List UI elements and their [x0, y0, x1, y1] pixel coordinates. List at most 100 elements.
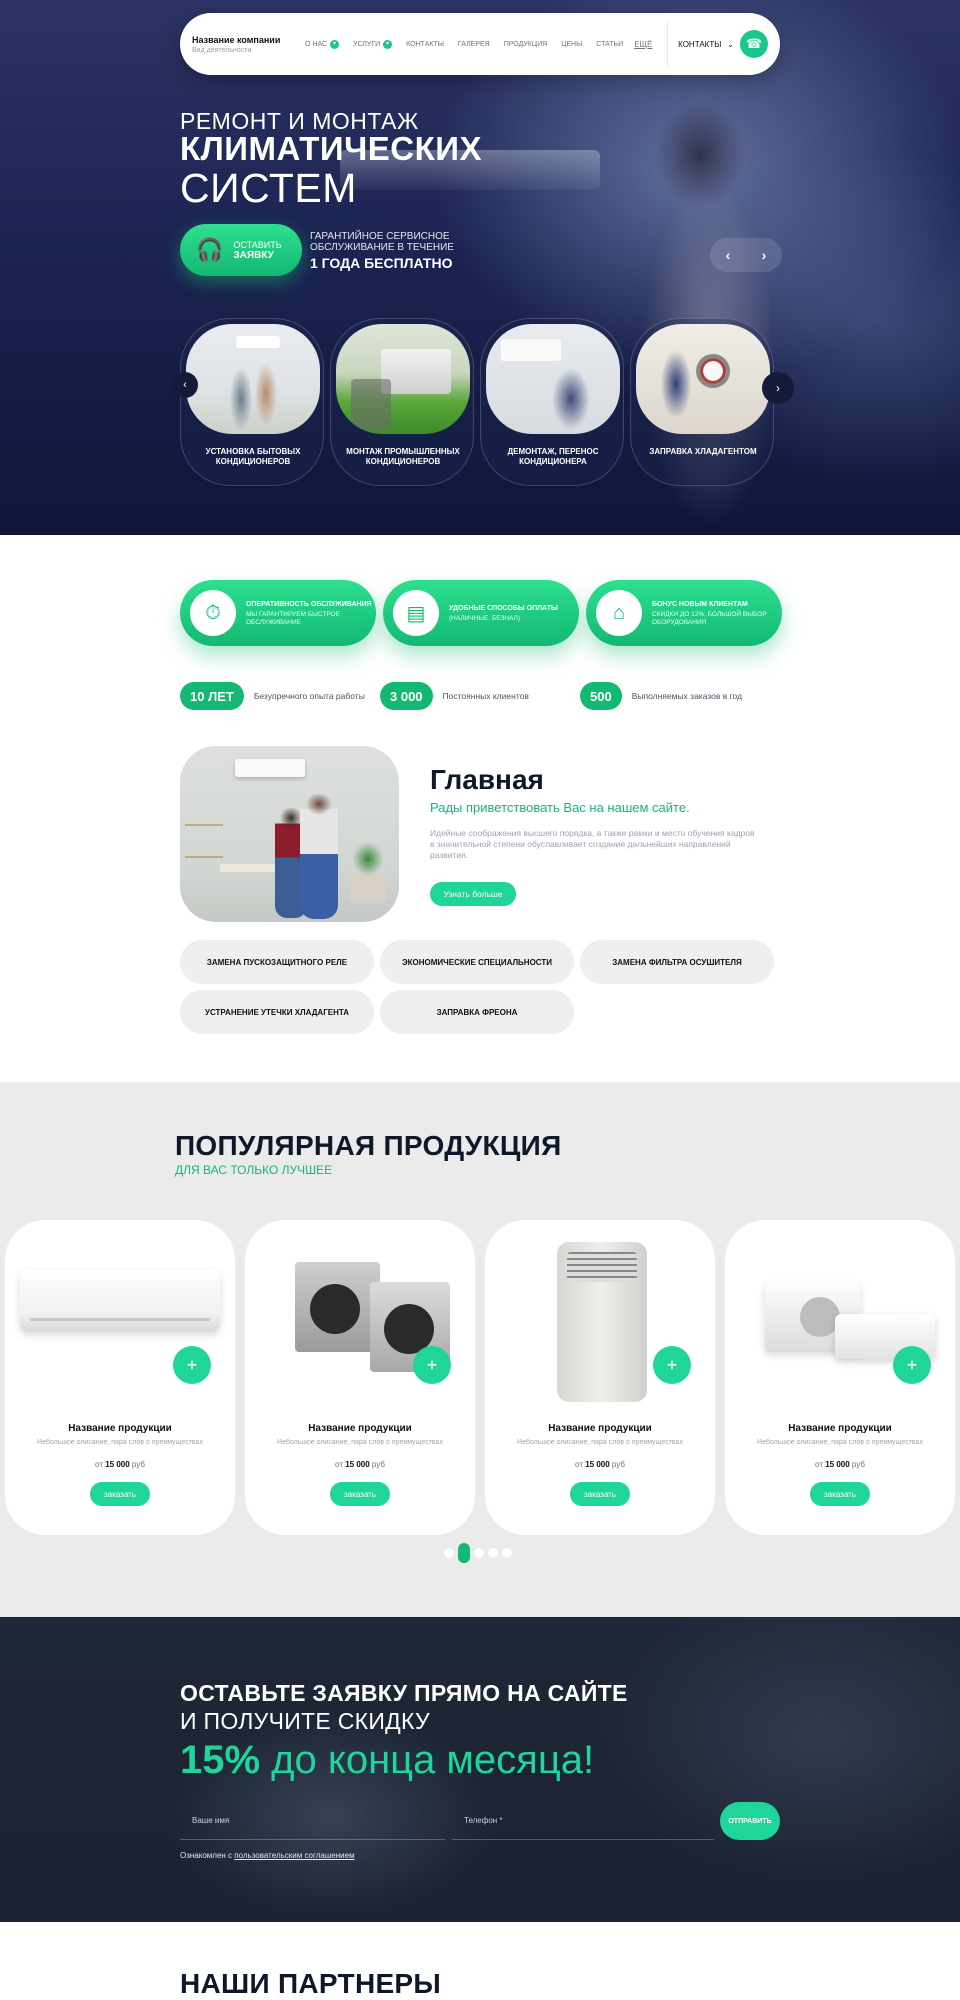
user-agreement-link[interactable]: пользовательским соглашением [234, 1851, 354, 1860]
contacts-dropdown[interactable]: КОНТАКТЫ ⌄ ☎ [667, 21, 768, 67]
feature-title: УДОБНЫЕ СПОСОБЫ ОПЛАТЫ [449, 604, 558, 612]
product-name: Название продукции [788, 1423, 892, 1434]
nav-item-services[interactable]: УСЛУГИ ▾ [346, 39, 399, 49]
price-value: 15 000 [345, 1460, 370, 1469]
learn-more-button[interactable]: Узнать больше [430, 882, 516, 906]
warranty-text: ГАРАНТИЙНОЕ СЕРВИСНОЕ ОБСЛУЖИВАНИЕ В ТЕЧ… [310, 231, 454, 253]
nav-item-label: УСЛУГИ [353, 40, 381, 48]
hero-title-line-2: КЛИМАТИЧЕСКИХ [180, 130, 482, 167]
order-button[interactable]: заказать [810, 1482, 870, 1506]
pager-dot[interactable] [474, 1548, 484, 1558]
product-card[interactable]: + Название продукции Небольшое описание,… [725, 1220, 955, 1535]
nav-more-link[interactable]: ЕЩЁ [630, 40, 656, 49]
plus-icon[interactable]: + [413, 1346, 451, 1384]
nav-item-products[interactable]: ПРОДУКЦИЯ [497, 41, 554, 48]
nav-item-articles[interactable]: СТАТЬИ [589, 41, 630, 48]
service-tag[interactable]: ЭКОНОМИЧЕСКИЕ СПЕЦИАЛЬНОСТИ [380, 940, 574, 984]
plus-icon[interactable]: + [653, 1346, 691, 1384]
service-tag[interactable]: УСТРАНЕНИЕ УТЕЧКИ ХЛАДАГЕНТА [180, 990, 374, 1034]
products-subtitle: ДЛЯ ВАС ТОЛЬКО ЛУЧШЕЕ [175, 1163, 333, 1177]
warranty-note: ГАРАНТИЙНОЕ СЕРВИСНОЕ ОБСЛУЖИВАНИЕ В ТЕЧ… [310, 231, 470, 271]
service-image [486, 324, 620, 434]
stats-row: 10 ЛЕТ Безупречного опыта работы 3 000 П… [180, 682, 780, 710]
leave-request-button[interactable]: 🎧 ОСТАВИТЬ ЗАЯВКУ [180, 224, 302, 276]
phone-icon[interactable]: ☎ [740, 30, 768, 58]
about-photo [180, 746, 399, 922]
service-card[interactable]: ЗАПРАВКА ХЛАДАГЕНТОМ [630, 318, 774, 486]
service-title: ЗАПРАВКА ХЛАДАГЕНТОМ [649, 447, 757, 456]
price-currency: руб [851, 1460, 865, 1469]
price-currency: руб [131, 1460, 145, 1469]
nav-item-contacts[interactable]: КОНТАКТЫ [399, 41, 451, 48]
order-button[interactable]: заказать [90, 1482, 150, 1506]
pager-dot[interactable] [502, 1548, 512, 1558]
nav-item-about[interactable]: О НАС ▾ [298, 39, 346, 49]
brand[interactable]: Название компании Вид деятельности [192, 35, 292, 54]
pager-dot[interactable] [488, 1548, 498, 1558]
price-prefix: от [575, 1460, 583, 1469]
services-prev-icon[interactable]: ‹ [172, 372, 198, 398]
name-field[interactable]: Ваше имя [180, 1802, 445, 1840]
plus-icon[interactable]: + [893, 1346, 931, 1384]
headset-icon: 🎧 [196, 237, 224, 262]
products-title: ПОПУЛЯРНАЯ ПРОДУКЦИЯ [175, 1130, 562, 1161]
product-description: Небольшое описание, пара слов о преимуще… [757, 1439, 923, 1446]
price-value: 15 000 [825, 1460, 850, 1469]
nav-item-gallery[interactable]: ГАЛЕРЕЯ [451, 41, 497, 48]
feature-subtitle: МЫ ГАРАНТИРУЕМ БЫСТРОЕ ОБСЛУЖИВАНИЕ [246, 610, 340, 626]
service-image [636, 324, 770, 434]
services-carousel: УСТАНОВКА БЫТОВЫХ КОНДИЦИОНЕРОВ МОНТАЖ П… [180, 318, 774, 486]
product-card[interactable]: + Название продукции Небольшое описание,… [245, 1220, 475, 1535]
service-card[interactable]: ДЕМОНТАЖ, ПЕРЕНОС КОНДИЦИОНЕРА [480, 318, 624, 486]
services-next-icon[interactable]: › [762, 372, 794, 404]
main-nav: О НАС ▾ УСЛУГИ ▾ КОНТАКТЫ ГАЛЕРЕЯ ПРОДУК… [298, 39, 667, 49]
warranty-highlight: 1 ГОДА БЕСПЛАТНО [310, 255, 453, 271]
order-button[interactable]: заказать [570, 1482, 630, 1506]
send-button[interactable]: ОТПРАВИТЬ [720, 1802, 780, 1840]
products-pager [444, 1543, 512, 1563]
price-prefix: от [95, 1460, 103, 1469]
stat-value: 3 000 [380, 682, 433, 710]
order-button[interactable]: заказать [330, 1482, 390, 1506]
pager-dot-active[interactable] [458, 1543, 470, 1563]
nav-item-label: О НАС [305, 40, 328, 48]
discount-text: до конца месяца! [260, 1738, 595, 1782]
stat-label: Безупречного опыта работы [253, 691, 365, 701]
service-image [336, 324, 470, 434]
product-name: Название продукции [68, 1423, 172, 1434]
contacts-label: КОНТАКТЫ [678, 39, 722, 49]
feature-title: БОНУС НОВЫМ КЛИЕНТАМ [652, 600, 748, 608]
product-name: Название продукции [548, 1423, 652, 1434]
stopwatch-icon: ⏱ [190, 590, 236, 636]
product-card[interactable]: + Название продукции Небольшое описание,… [485, 1220, 715, 1535]
form-title-line-1: ОСТАВЬТЕ ЗАЯВКУ ПРЯМО НА САЙТЕ [180, 1680, 628, 1706]
service-title: МОНТАЖ ПРОМЫШЛЕННЫХ КОНДИЦИОНЕРОВ [346, 447, 460, 466]
nav-item-prices[interactable]: ЦЕНЫ [554, 41, 589, 48]
chevron-left-icon[interactable]: ‹ [726, 247, 731, 263]
discount-percent: 15% [180, 1738, 261, 1782]
product-card[interactable]: + Название продукции Небольшое описание,… [5, 1220, 235, 1535]
phone-field[interactable]: Телефон * [452, 1802, 714, 1840]
pager-dot[interactable] [444, 1548, 454, 1558]
service-card[interactable]: МОНТАЖ ПРОМЫШЛЕННЫХ КОНДИЦИОНЕРОВ [330, 318, 474, 486]
service-tags: ЗАМЕНА ПУСКОЗАЩИТНОГО РЕЛЕ ЭКОНОМИЧЕСКИЕ… [180, 940, 780, 1034]
service-tag[interactable]: ЗАМЕНА ФИЛЬТРА ОСУШИТЕЛЯ [580, 940, 774, 984]
agreement-note: Ознакомлен с пользовательским соглашение… [180, 1851, 355, 1860]
product-price: от 15 000 руб [5, 1460, 235, 1469]
service-card[interactable]: УСТАНОВКА БЫТОВЫХ КОНДИЦИОНЕРОВ [180, 318, 324, 486]
chevron-right-icon[interactable]: › [762, 247, 767, 263]
product-price: от 15 000 руб [485, 1460, 715, 1469]
partners-title: НАШИ ПАРТНЕРЫ [180, 1968, 442, 1999]
service-tag[interactable]: ЗАМЕНА ПУСКОЗАЩИТНОГО РЕЛЕ [180, 940, 374, 984]
discount-headline: 15% до конца месяца! [180, 1738, 594, 1783]
plus-icon[interactable]: + [173, 1346, 211, 1384]
features-row: ⏱ ОПЕРАТИВНОСТЬ ОБСЛУЖИВАНИЯ МЫ ГАРАНТИР… [180, 580, 782, 646]
service-tag[interactable]: ЗАПРАВКА ФРЕОНА [380, 990, 574, 1034]
stat-item: 3 000 Постоянных клиентов [380, 682, 580, 710]
house-icon: ⌂ [596, 590, 642, 636]
page-subtitle: Рады приветствовать Вас на нашем сайте. [430, 800, 690, 815]
hero-title-line-3: СИСТЕМ [180, 165, 357, 211]
page-title: Главная [430, 764, 544, 795]
about-text: Идейные соображения высшего порядка, а т… [430, 828, 755, 860]
product-price: от 15 000 руб [725, 1460, 955, 1469]
